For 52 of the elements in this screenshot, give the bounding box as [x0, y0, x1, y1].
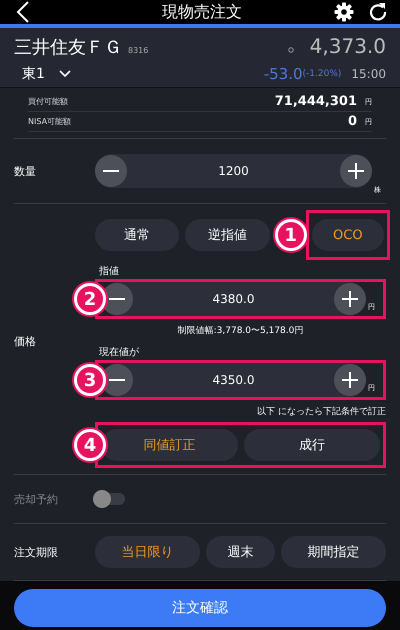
plus-icon: [348, 163, 364, 179]
window-title: 現物売注文: [161, 2, 243, 22]
price-range-note: 制限値幅:3,778.0〜5,178.0円: [176, 324, 304, 337]
plus-button[interactable]: [334, 283, 366, 315]
expiry-option[interactable]: 当日限り: [95, 536, 200, 568]
price-value: 4350.0: [212, 373, 254, 387]
plus-button[interactable]: [340, 155, 372, 187]
stock-code: 8316: [128, 46, 148, 55]
minus-icon: [109, 298, 125, 300]
reservation-label: 売却予約: [14, 492, 59, 506]
expiry-option[interactable]: 期間指定: [280, 536, 386, 568]
stock-name: 三井住友ＦＧ: [14, 36, 122, 59]
trigger-note: 以下 になったら下記条件で訂正: [256, 406, 386, 418]
field-label: 指値: [99, 264, 120, 278]
price-label: 価格: [14, 334, 37, 348]
callout-badge: 1: [274, 219, 307, 251]
expiry-option[interactable]: 週末: [206, 536, 275, 568]
callout-badge: 2: [74, 283, 106, 315]
field-label: 現在値が: [99, 346, 140, 359]
price-value: 4380.0: [212, 292, 254, 306]
callout-badge: 4: [74, 429, 106, 461]
market-selector[interactable]: 東1: [22, 65, 45, 83]
balance-value: 71,444,301: [274, 94, 357, 109]
order-type-tab[interactable]: 通常: [95, 219, 180, 251]
minus-button[interactable]: [95, 155, 127, 187]
change-percent: (-1.20%): [302, 69, 342, 79]
plus-icon: [342, 291, 358, 307]
confirm-order-button[interactable]: 注文確認: [14, 589, 386, 627]
chevron-down-icon[interactable]: [58, 70, 71, 78]
callout-badge: 3: [74, 364, 106, 396]
minus-icon: [109, 379, 125, 381]
stock-price: 4,373.0: [310, 34, 386, 58]
marker-icon: [288, 47, 294, 53]
mode-tab[interactable]: 成行: [244, 429, 380, 461]
settings-icon[interactable]: [334, 2, 354, 22]
plus-icon: [342, 372, 358, 388]
order-type-tab[interactable]: OCO: [312, 219, 384, 251]
balance-label: NISA可能額: [28, 116, 72, 127]
plus-button[interactable]: [334, 364, 366, 396]
quantity-value: 1200: [218, 164, 249, 178]
balance-value: 0: [348, 114, 357, 129]
back-icon[interactable]: [16, 0, 30, 24]
order-type-tab[interactable]: 逆指値: [185, 219, 270, 251]
reservation-toggle[interactable]: [95, 493, 125, 505]
price-time: 15:00: [351, 67, 386, 81]
expiry-label: 注文期限: [14, 544, 59, 560]
minus-icon: [103, 170, 119, 172]
price-change: -53.0: [264, 65, 303, 83]
refresh-icon[interactable]: [368, 2, 388, 22]
quantity-label: 数量: [14, 164, 37, 178]
quantity-stepper[interactable]: 1200: [95, 154, 372, 188]
balance-label: 買付可能額: [28, 96, 69, 107]
